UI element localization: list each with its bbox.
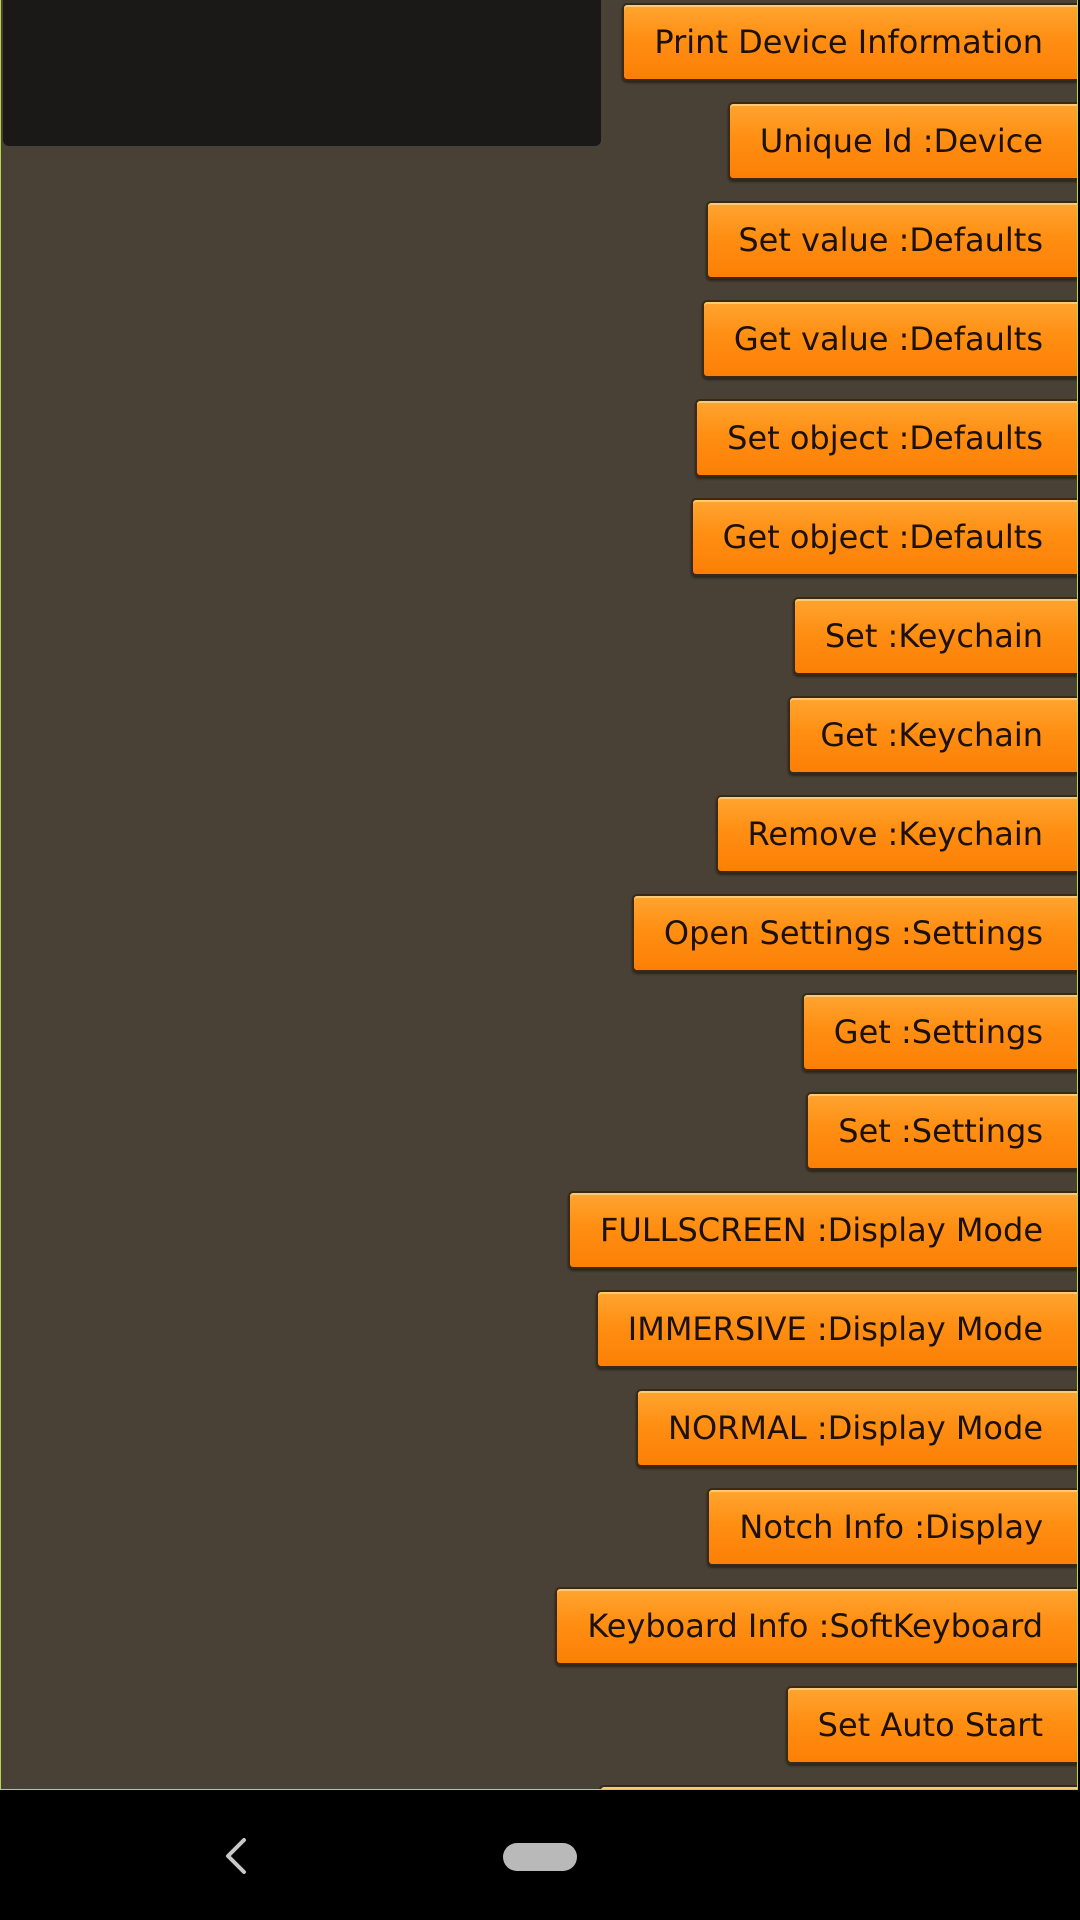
app-screen: Print Device Information Unique Id :Devic… — [0, 0, 1080, 1920]
get-keychain-button[interactable]: Get :Keychain — [788, 696, 1077, 774]
set-auto-start-button[interactable]: Set Auto Start — [785, 1686, 1077, 1764]
notch-info-display-button[interactable]: Notch Info :Display — [707, 1488, 1077, 1566]
remove-keychain-button[interactable]: Remove :Keychain — [715, 795, 1077, 873]
home-pill-icon[interactable] — [503, 1843, 577, 1871]
print-device-information-button[interactable]: Print Device Information — [622, 3, 1077, 81]
get-object-defaults-button[interactable]: Get object :Defaults — [690, 498, 1077, 576]
get-settings-button[interactable]: Get :Settings — [801, 993, 1077, 1071]
content-area[interactable]: Print Device Information Unique Id :Devic… — [0, 0, 1078, 1790]
unique-id-device-button[interactable]: Unique Id :Device — [727, 102, 1077, 180]
set-object-defaults-button[interactable]: Set object :Defaults — [695, 399, 1077, 477]
back-chevron-icon[interactable] — [216, 1832, 256, 1880]
fullscreen-display-mode-button[interactable]: FULLSCREEN :Display Mode — [567, 1191, 1077, 1269]
normal-display-mode-button[interactable]: NORMAL :Display Mode — [636, 1389, 1077, 1467]
open-settings-settings-button[interactable]: Open Settings :Settings — [631, 894, 1077, 972]
get-value-defaults-button[interactable]: Get value :Defaults — [701, 300, 1077, 378]
immersive-display-mode-button[interactable]: IMMERSIVE :Display Mode — [595, 1290, 1077, 1368]
keyboard-info-softkeyboard-button[interactable]: Keyboard Info :SoftKeyboard — [555, 1587, 1077, 1665]
action-button-list: Print Device Information Unique Id :Devic… — [1, 0, 1077, 1789]
next-button-partial[interactable] — [599, 1785, 1077, 1789]
set-settings-button[interactable]: Set :Settings — [806, 1092, 1077, 1170]
set-value-defaults-button[interactable]: Set value :Defaults — [706, 201, 1077, 279]
set-keychain-button[interactable]: Set :Keychain — [792, 597, 1077, 675]
